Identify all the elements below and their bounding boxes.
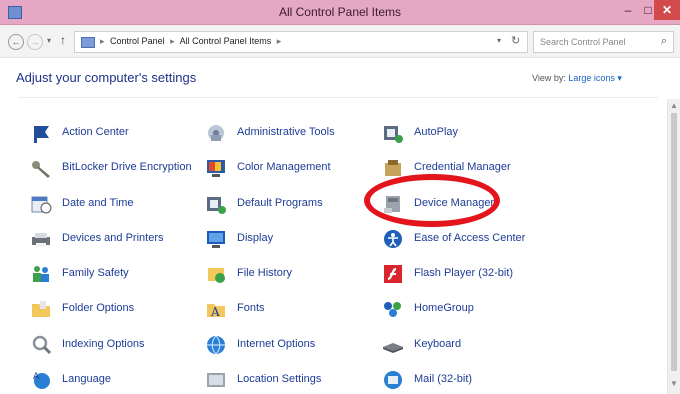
item-display[interactable]: Display — [205, 226, 375, 252]
item-language[interactable]: A Language — [30, 367, 200, 393]
item-file-history[interactable]: File History — [205, 261, 375, 287]
item-devices-and-printers[interactable]: Devices and Printers — [30, 226, 200, 252]
divider — [18, 97, 658, 98]
search-icon[interactable]: ⌕ — [661, 35, 667, 48]
flag-icon — [33, 126, 49, 143]
item-action-center[interactable]: Action Center — [30, 120, 200, 146]
calendar-icon — [31, 196, 52, 214]
view-by-control: View by: Large icons ▾ — [532, 73, 622, 84]
title-bar: All Control Panel Items – □ ✕ — [0, 0, 680, 25]
language-icon: A — [33, 372, 50, 389]
item-label: Flash Player (32-bit) — [414, 267, 514, 279]
address-dropdown[interactable]: ▾ — [497, 36, 501, 45]
file-history-icon — [208, 268, 225, 283]
scroll-thumb[interactable] — [671, 113, 677, 371]
item-default-programs[interactable]: Default Programs — [205, 191, 375, 217]
item-date-and-time[interactable]: Date and Time — [30, 191, 200, 217]
flash-icon — [384, 265, 402, 283]
breadcrumb-control-panel[interactable]: Control Panel — [110, 36, 165, 46]
item-label: Indexing Options — [62, 338, 145, 350]
item-color-management[interactable]: Color Management — [205, 155, 375, 181]
item-ease-of-access[interactable]: Ease of Access Center — [382, 226, 552, 252]
navigation-bar: ← → ▾ ↑ ▸ Control Panel ▸ All Control Pa… — [0, 25, 680, 58]
item-label: Credential Manager — [414, 161, 511, 173]
scroll-up-arrow-icon[interactable]: ▲ — [670, 101, 678, 110]
address-bar[interactable]: ▸ Control Panel ▸ All Control Panel Item… — [74, 31, 528, 53]
item-label: Folder Options — [62, 302, 135, 314]
view-by-dropdown[interactable]: Large icons ▾ — [568, 73, 622, 83]
item-keyboard[interactable]: Keyboard — [382, 332, 552, 358]
item-label: Location Settings — [237, 373, 322, 385]
up-button[interactable]: ↑ — [60, 33, 66, 47]
internet-icon — [207, 335, 225, 355]
item-label: Color Management — [237, 161, 331, 173]
item-label: Ease of Access Center — [414, 232, 526, 244]
default-programs-icon — [207, 197, 226, 214]
svg-text:A: A — [33, 372, 40, 382]
item-indexing-options[interactable]: Indexing Options — [30, 332, 200, 358]
mail-icon — [384, 371, 402, 389]
item-label: BitLocker Drive Encryption — [62, 161, 192, 173]
item-homegroup[interactable]: HomeGroup — [382, 296, 552, 322]
item-label: Internet Options — [237, 338, 316, 350]
item-folder-options[interactable]: Folder Options — [30, 296, 200, 322]
item-label: Default Programs — [237, 197, 323, 209]
control-panel-icon — [81, 37, 95, 48]
item-location-settings[interactable]: Location Settings — [205, 367, 375, 393]
homegroup-icon — [384, 302, 401, 317]
breadcrumb: ▸ Control Panel ▸ All Control Panel Item… — [100, 36, 282, 46]
display-icon — [207, 231, 225, 248]
window-title: All Control Panel Items — [278, 5, 402, 19]
ease-of-access-icon — [384, 230, 402, 248]
item-family-safety[interactable]: Family Safety — [30, 261, 200, 287]
folder-icon — [32, 301, 50, 317]
item-bitlocker[interactable]: BitLocker Drive Encryption — [30, 155, 200, 181]
highlight-circle — [364, 174, 500, 227]
autoplay-icon — [384, 126, 403, 143]
keyboard-icon — [383, 343, 403, 353]
key-icon — [32, 161, 50, 178]
close-button[interactable]: ✕ — [654, 0, 680, 20]
search-placeholder: Search Control Panel — [540, 37, 626, 47]
view-by-label: View by: — [532, 73, 566, 83]
item-internet-options[interactable]: Internet Options — [205, 332, 375, 358]
item-label: Date and Time — [62, 197, 134, 209]
item-label: Action Center — [62, 126, 129, 138]
item-administrative-tools[interactable]: Administrative Tools — [205, 120, 375, 146]
item-fonts[interactable]: A Fonts — [205, 296, 375, 322]
indexing-icon — [32, 335, 52, 355]
item-label: AutoPlay — [414, 126, 459, 138]
back-button[interactable]: ← — [8, 34, 24, 50]
item-label: Keyboard — [414, 338, 462, 350]
item-mail[interactable]: Mail (32-bit) — [382, 367, 552, 393]
item-label: Fonts — [237, 302, 265, 314]
scroll-down-arrow-icon[interactable]: ▼ — [670, 379, 678, 388]
credential-icon — [385, 160, 401, 176]
breadcrumb-all-control-panel-items[interactable]: All Control Panel Items — [180, 36, 272, 46]
item-autoplay[interactable]: AutoPlay — [382, 120, 552, 146]
item-label: Family Safety — [62, 267, 129, 279]
location-icon — [207, 373, 225, 387]
family-icon — [33, 266, 49, 282]
refresh-button[interactable]: ↻ — [511, 34, 520, 47]
search-input[interactable]: Search Control Panel ⌕ — [533, 31, 674, 53]
item-label: HomeGroup — [414, 302, 474, 314]
item-label: Mail (32-bit) — [414, 373, 473, 385]
vertical-scrollbar[interactable]: ▲ ▼ — [667, 99, 680, 394]
color-icon — [207, 160, 225, 177]
item-label: Language — [62, 373, 111, 385]
recent-locations-dropdown[interactable]: ▾ — [47, 36, 51, 45]
item-flash-player[interactable]: Flash Player (32-bit) — [382, 261, 552, 287]
page-title: Adjust your computer's settings — [16, 70, 197, 85]
svg-text:A: A — [210, 305, 220, 319]
item-label: File History — [237, 267, 293, 279]
printer-icon — [32, 233, 50, 247]
item-label: Administrative Tools — [237, 126, 335, 138]
tools-icon — [208, 125, 224, 141]
forward-button[interactable]: → — [27, 34, 43, 50]
item-label: Display — [237, 232, 274, 244]
item-label: Devices and Printers — [62, 232, 164, 244]
fonts-icon: A — [207, 304, 225, 319]
